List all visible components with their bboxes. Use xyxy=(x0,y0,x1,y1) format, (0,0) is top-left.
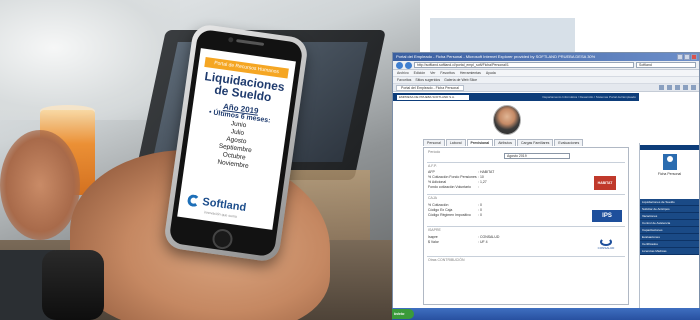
form-row: % Cotización Fondo Pensiones: 10 xyxy=(428,175,484,179)
section-afp: A.F.P. xyxy=(428,164,437,168)
sidebar-item[interactable]: Liquidaciones de Sueldo xyxy=(640,199,699,206)
sidebar: Ficha Personal Liquidaciones de Sueldo S… xyxy=(639,143,699,313)
browser-window: Portal del Empleado - Ficha Personal - M… xyxy=(392,52,700,320)
company-select[interactable]: EMPRESA DE PRUEBA SOFTLAND S.A. xyxy=(397,94,469,100)
favorites-bar: Favoritos Sitios sugeridos Galería de We… xyxy=(393,77,699,84)
section-isapre: ISAPRE xyxy=(428,228,441,232)
tab-laboral[interactable]: Laboral xyxy=(445,139,466,146)
divider xyxy=(427,226,625,227)
consalud-logo: CONSALUD xyxy=(596,238,616,252)
ips-logo: IPS xyxy=(592,210,622,222)
sidebar-item[interactable]: Certificados xyxy=(640,241,699,248)
sidebar-item[interactable]: Solicitar de Anticipos xyxy=(640,206,699,213)
sidebar-menu: Liquidaciones de Sueldo Solicitar de Ant… xyxy=(640,199,699,255)
periodo-select[interactable]: Agosto 2019 xyxy=(504,153,570,159)
softland-logo-icon xyxy=(186,193,201,208)
tab-cargas-familiares[interactable]: Cargas Familiares xyxy=(517,139,554,146)
feed-icon[interactable] xyxy=(667,85,672,90)
favorites-item[interactable]: Galería de Web Slice xyxy=(444,78,477,82)
form-row: Isapre: CONSALUD xyxy=(428,235,500,239)
section-otras: Otras CONTRIBUCIÓN xyxy=(428,258,465,262)
sidebar-panel-label: Ficha Personal xyxy=(657,172,682,176)
form-row: Código Régimen Impositivo: 0 xyxy=(428,213,482,217)
sidebar-item[interactable]: Vacaciones xyxy=(640,213,699,220)
previsional-form: Período Agosto 2019 A.F.P. AFP: HABITAT … xyxy=(423,147,629,305)
favorites-item[interactable]: Sitios sugeridos xyxy=(415,78,440,82)
habitat-logo: HABITAT xyxy=(594,176,616,190)
form-row: Fondo cotización Voluntario: xyxy=(428,185,479,189)
divider xyxy=(427,256,625,257)
forward-icon[interactable] xyxy=(405,61,412,69)
left-hand xyxy=(0,130,80,240)
form-row: AFP: HABITAT xyxy=(428,170,495,174)
app-header: EMPRESA DE PRUEBA SOFTLAND S.A. Departam… xyxy=(393,93,639,101)
tools-icon[interactable] xyxy=(691,85,696,90)
search-input[interactable]: Softland xyxy=(636,62,696,68)
wristwatch xyxy=(42,250,104,320)
tab-previsional[interactable]: Previsional xyxy=(466,139,494,146)
periodo-label: Período xyxy=(428,150,441,154)
menu-item[interactable]: Ayuda xyxy=(486,71,496,75)
app-content: EMPRESA DE PRUEBA SOFTLAND S.A. Departam… xyxy=(393,93,639,311)
address-bar: http://softland.softland.cl/portal_empl_… xyxy=(393,61,699,70)
consalud-logo-icon xyxy=(600,238,612,246)
tab-personal[interactable]: Personal xyxy=(423,139,445,146)
menu-item[interactable]: Herramientas xyxy=(460,71,481,75)
sidebar-item[interactable]: Control de Asistencia xyxy=(640,220,699,227)
window-controls xyxy=(677,54,697,60)
maximize-icon[interactable] xyxy=(684,54,690,60)
home-icon[interactable] xyxy=(659,85,664,90)
form-row: % Cotización: 0 xyxy=(428,203,482,207)
sidebar-item[interactable]: Licencias Médicas xyxy=(640,248,699,255)
print-icon[interactable] xyxy=(675,85,680,90)
header-breadcrumb: Departamento Informática / Desarrollo / … xyxy=(542,95,636,99)
softland-logo: Softland xyxy=(186,193,247,214)
menu-item[interactable]: Favoritos xyxy=(440,71,454,75)
menu-item[interactable]: Ver xyxy=(430,71,435,75)
address-input[interactable]: http://softland.softland.cl/portal_empl_… xyxy=(414,62,634,68)
window-titlebar: Portal del Empleado - Ficha Personal - M… xyxy=(393,53,699,61)
favorites-item[interactable]: Favoritos xyxy=(397,78,411,82)
menu-item[interactable]: Archivo xyxy=(397,71,409,75)
profile-tabs: Personal Laboral Previsional Atributos C… xyxy=(423,139,584,146)
tab-evaluaciones[interactable]: Evaluaciones xyxy=(554,139,584,146)
background-photo: Portal de Recursos Humanos Liquidaciones… xyxy=(0,0,420,320)
person-icon[interactable] xyxy=(662,154,677,170)
divider xyxy=(427,162,625,163)
window-title: Portal del Empleado - Ficha Personal - M… xyxy=(396,54,596,59)
tab-atributos[interactable]: Atributos xyxy=(494,139,517,146)
browser-tab-bar: Portal del Empleado - Ficha Personal xyxy=(393,84,699,92)
consalud-logo-text: CONSALUD xyxy=(597,246,615,250)
employee-avatar xyxy=(493,105,521,135)
form-row: % Adicional: 1,27 xyxy=(428,180,487,184)
form-row: $ Valor: UF 4 xyxy=(428,240,488,244)
taskbar: Inicio xyxy=(392,308,700,320)
start-button[interactable]: Inicio xyxy=(392,309,414,319)
back-icon[interactable] xyxy=(396,61,403,69)
minimize-icon[interactable] xyxy=(677,54,683,60)
page-icon[interactable] xyxy=(683,85,688,90)
section-caja: CAJA xyxy=(428,196,437,200)
close-icon[interactable] xyxy=(691,54,697,60)
menu-item[interactable]: Edición xyxy=(414,71,425,75)
toolbar-icons xyxy=(659,85,699,90)
sidebar-item[interactable]: Capacitaciones xyxy=(640,227,699,234)
sidebar-item[interactable]: Evaluaciones xyxy=(640,234,699,241)
browser-tab[interactable]: Portal del Empleado - Ficha Personal xyxy=(396,84,464,91)
sidebar-header xyxy=(640,145,699,150)
form-row: Código Ex Caja: 0 xyxy=(428,208,482,212)
divider xyxy=(427,194,625,195)
menu-bar: Archivo Edición Ver Favoritos Herramient… xyxy=(393,70,699,77)
